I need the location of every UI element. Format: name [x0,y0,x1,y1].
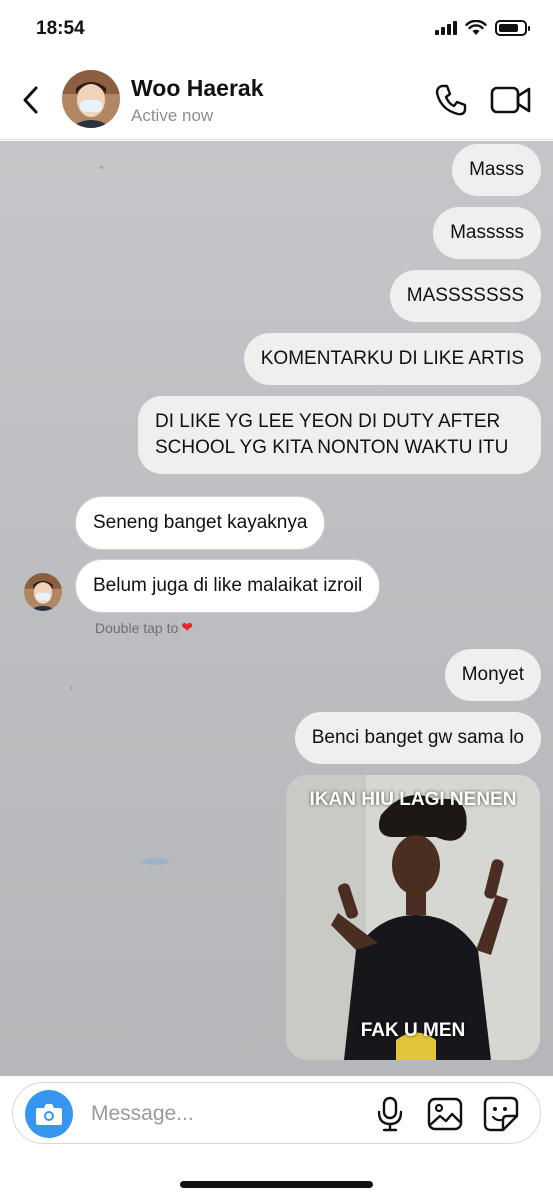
video-call-button[interactable] [490,84,532,116]
contact-status: Active now [131,106,214,125]
chevron-left-icon [23,86,38,114]
battery-icon [495,20,530,36]
composer-area [0,1076,553,1200]
chat-header: Woo Haerak Active now [0,60,553,140]
phone-icon [435,84,467,116]
message-bubble-incoming[interactable]: Seneng banget kayaknya [75,496,326,550]
message-input[interactable] [91,1097,361,1131]
status-icons [435,20,530,36]
message-bubble-outgoing[interactable]: MASSSSSSS [389,270,541,322]
double-tap-hint: Double tap to ❤ [95,619,193,636]
message-bubble-incoming[interactable]: Belum juga di like malaikat izroil [75,559,381,613]
camera-icon [36,1104,62,1125]
contact-name[interactable]: Woo Haerak [131,75,264,102]
heart-icon: ❤ [181,619,194,635]
sender-avatar[interactable] [24,573,62,611]
meme-caption-top: IKAN HIU LAGI NENEN [309,789,517,810]
message-bubble-outgoing[interactable]: DI LIKE YG LEE YEON DI DUTY AFTER SCHOOL… [138,396,541,474]
double-tap-hint-text: Double tap to [95,619,179,636]
message-composer [12,1082,541,1144]
message-bubble-outgoing[interactable]: Benci banget gw sama lo [294,712,541,764]
back-button[interactable] [18,82,44,118]
image-gallery-icon [427,1097,463,1131]
gallery-button[interactable] [427,1097,463,1131]
background-texture [140,858,170,865]
sticker-icon [483,1096,519,1132]
home-indicator [180,1181,373,1188]
chat-thread[interactable]: Masss Masssss MASSSSSSS KOMENTARKU DI LI… [0,141,553,1076]
microphone-icon [377,1096,403,1132]
background-texture [70,686,72,690]
background-texture [100,166,103,169]
meme-caption-bottom: FAK U MEN [360,1020,466,1041]
wifi-icon [465,20,487,35]
video-camera-icon [490,86,531,114]
message-bubble-outgoing[interactable]: Masss [452,144,541,196]
message-bubble-outgoing[interactable]: Masssss [433,207,541,259]
sticker-button[interactable] [483,1096,519,1132]
camera-button[interactable] [25,1090,73,1138]
contact-avatar[interactable] [62,70,120,128]
message-bubble-outgoing[interactable]: KOMENTARKU DI LIKE ARTIS [243,333,541,385]
status-bar: 18:54 [0,0,553,60]
cellular-signal-icon [435,21,457,35]
meme-illustration [286,775,540,1060]
voice-message-button[interactable] [375,1096,405,1132]
audio-call-button[interactable] [433,82,469,118]
message-bubble-outgoing[interactable]: Monyet [444,649,541,701]
status-time: 18:54 [36,18,85,39]
meme-image[interactable]: IKAN HIU LAGI NENEN FAK U MEN [286,775,540,1060]
